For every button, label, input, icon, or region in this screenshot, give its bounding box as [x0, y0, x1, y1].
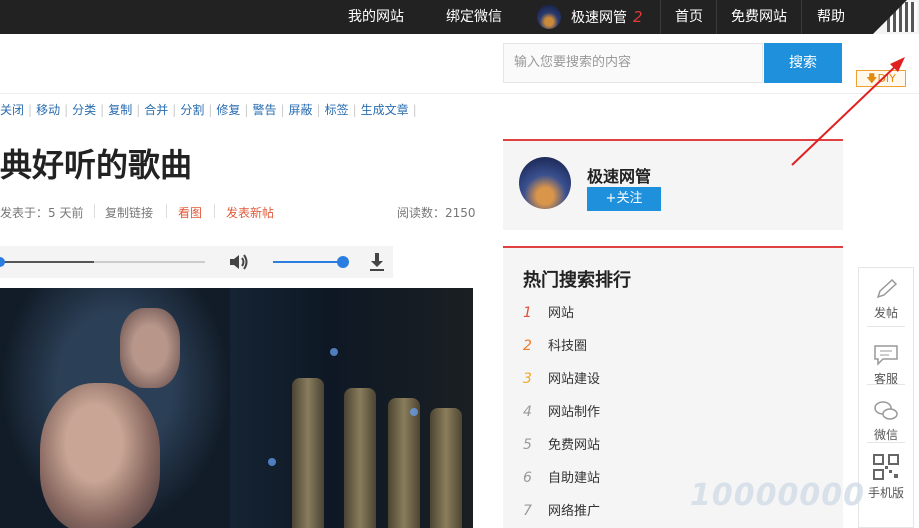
- annotation-arrow-icon: [791, 57, 905, 166]
